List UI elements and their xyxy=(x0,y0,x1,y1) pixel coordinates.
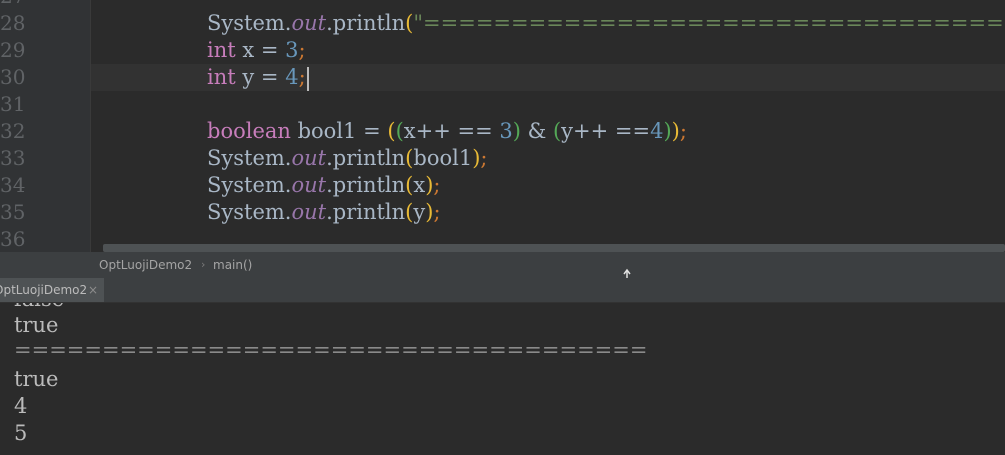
line-number: 28 xyxy=(0,11,26,35)
console-line: true xyxy=(14,367,59,391)
tab-label: OptLuojiDemo2 xyxy=(0,283,88,297)
line-number: 31 xyxy=(0,92,26,116)
line-number: 27 xyxy=(0,0,25,10)
line-number: 32 xyxy=(0,119,26,143)
console-output[interactable]: false true =============================… xyxy=(0,303,1005,455)
breadcrumb: OptLuojiDemo2 › main() xyxy=(0,252,1005,278)
code-line-35[interactable]: System.out.println(y); xyxy=(207,199,441,226)
close-icon[interactable]: × xyxy=(88,278,98,302)
code-line-34[interactable]: System.out.println(x); xyxy=(207,172,441,199)
line-number: 30 xyxy=(0,65,26,89)
console-line: ==================================== xyxy=(14,338,648,362)
code-line-28[interactable]: System.out.println("====================… xyxy=(207,10,1005,37)
chevron-right-icon: › xyxy=(201,258,206,271)
line-number-gutter: 27 28 29 30 31 32 33 34 35 36 xyxy=(0,0,91,252)
code-line-29[interactable]: int x = 3; xyxy=(207,37,306,64)
line-number: 34 xyxy=(0,173,26,197)
run-tool-window-tabs: OptLuojiDemo2 × xyxy=(0,278,1005,303)
text-caret xyxy=(306,66,309,91)
breadcrumb-class[interactable]: OptLuojiDemo2 xyxy=(99,252,192,278)
line-number: 29 xyxy=(0,38,26,62)
line-number: 36 xyxy=(0,227,26,251)
breadcrumb-method[interactable]: main() xyxy=(213,252,252,278)
console-line: 5 xyxy=(14,421,28,445)
code-line-33[interactable]: System.out.println(bool1); xyxy=(207,145,487,172)
code-line-32[interactable]: boolean bool1 = ((x++ == 3) & (y++ ==4))… xyxy=(207,118,687,145)
horizontal-scrollbar[interactable] xyxy=(103,244,1005,252)
tab-run-optluojidemo2[interactable]: OptLuojiDemo2 × xyxy=(0,278,104,302)
console-line: 4 xyxy=(14,394,28,418)
line-number: 33 xyxy=(0,146,26,170)
code-line-30[interactable]: int y = 4; xyxy=(207,64,309,91)
code-editor[interactable]: 27 28 29 30 31 32 33 34 35 36 System.out… xyxy=(0,0,1005,252)
line-number: 35 xyxy=(0,200,26,224)
console-line: true xyxy=(14,313,59,337)
